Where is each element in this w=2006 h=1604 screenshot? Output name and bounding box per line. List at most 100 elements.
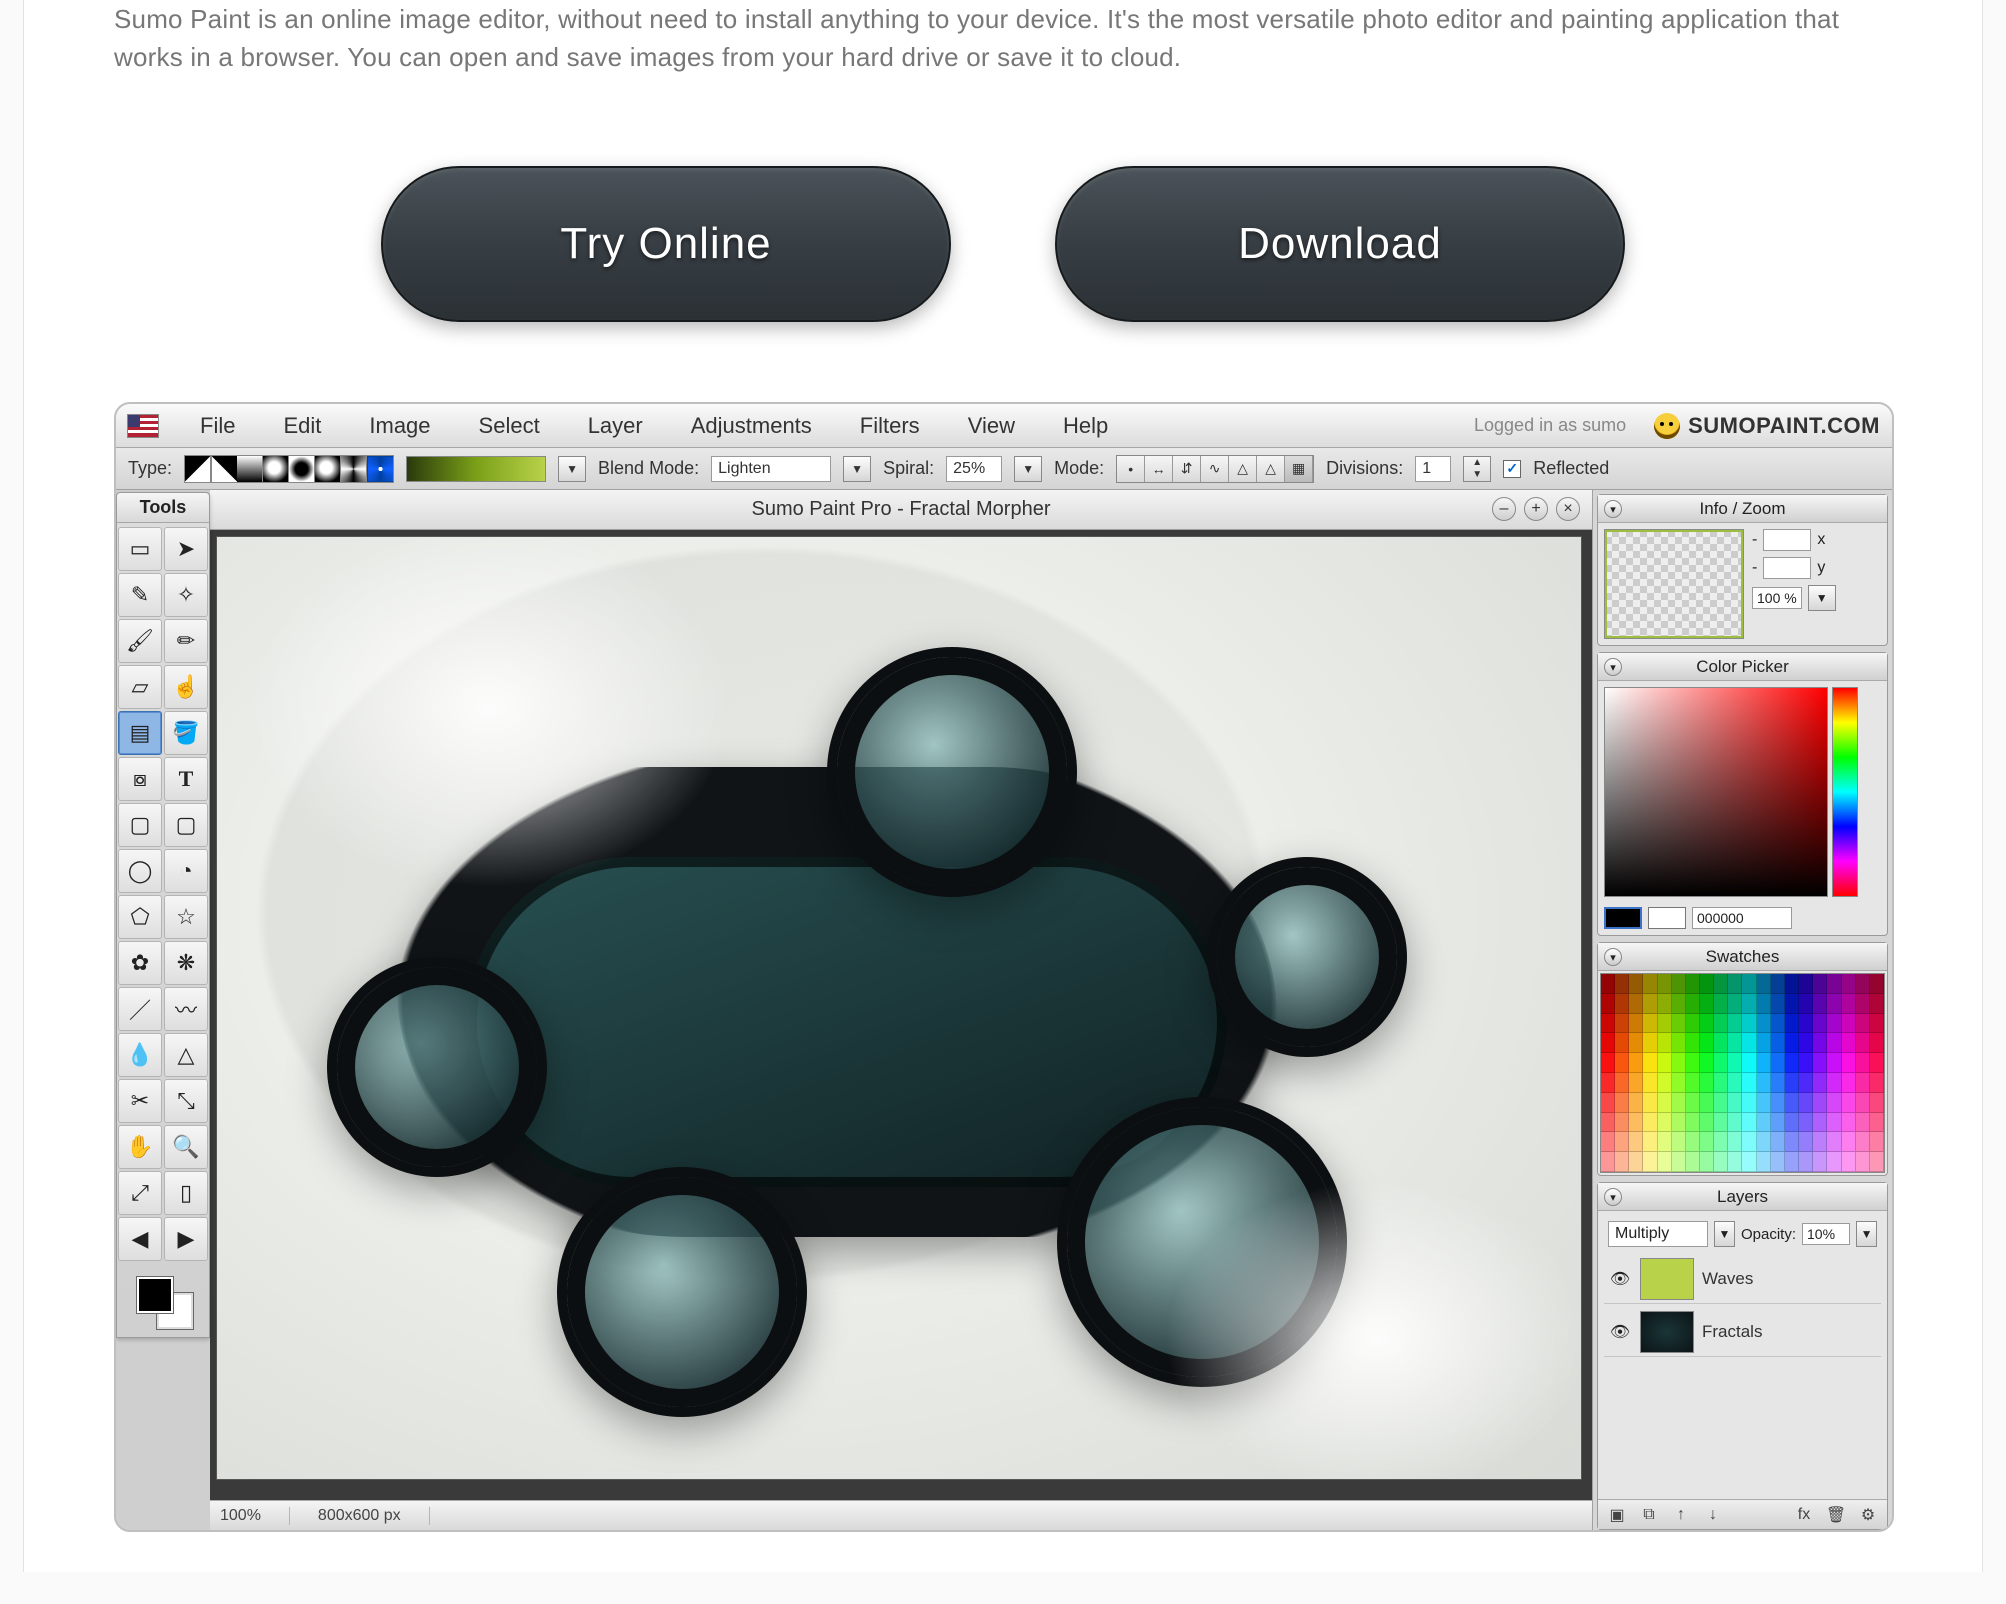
- swatch-cell[interactable]: [1643, 1073, 1657, 1093]
- swatch-cell[interactable]: [1785, 1132, 1799, 1152]
- swatch-cell[interactable]: [1643, 1033, 1657, 1053]
- swatch-cell[interactable]: [1799, 1014, 1813, 1034]
- layer-item[interactable]: 👁 Waves: [1604, 1255, 1881, 1304]
- swatch-cell[interactable]: [1870, 1033, 1884, 1053]
- layer-down-icon[interactable]: ↓: [1702, 1504, 1724, 1526]
- swatch-cell[interactable]: [1870, 1152, 1884, 1172]
- swatch-cell[interactable]: [1700, 1053, 1714, 1073]
- swatch-cell[interactable]: [1658, 1093, 1672, 1113]
- swatch-cell[interactable]: [1771, 1132, 1785, 1152]
- swatch-cell[interactable]: [1856, 1093, 1870, 1113]
- swatch-cell[interactable]: [1601, 1132, 1615, 1152]
- swatch-cell[interactable]: [1771, 994, 1785, 1014]
- swatch-cell[interactable]: [1757, 1152, 1771, 1172]
- swatch-cell[interactable]: [1615, 994, 1629, 1014]
- tool-star[interactable]: ☆: [164, 895, 208, 939]
- swatch-cell[interactable]: [1856, 1073, 1870, 1093]
- swatch-cell[interactable]: [1813, 1132, 1827, 1152]
- tool-polygon[interactable]: ⬠: [118, 895, 162, 939]
- info-y-field[interactable]: [1763, 557, 1811, 579]
- gradient-type-group[interactable]: [184, 455, 394, 483]
- swatch-cell[interactable]: [1856, 1113, 1870, 1133]
- tool-roundrect[interactable]: ▢: [164, 803, 208, 847]
- menu-select[interactable]: Select: [455, 404, 564, 447]
- swatch-cell[interactable]: [1771, 1152, 1785, 1172]
- swatch-cell[interactable]: [1643, 1132, 1657, 1152]
- swatch-cell[interactable]: [1714, 1132, 1728, 1152]
- swatch-cell[interactable]: [1728, 1132, 1742, 1152]
- swatch-cell[interactable]: [1728, 1014, 1742, 1034]
- swatch-cell[interactable]: [1601, 1113, 1615, 1133]
- swatch-cell[interactable]: [1700, 994, 1714, 1014]
- tool-text[interactable]: T: [164, 757, 208, 801]
- swatch-cell[interactable]: [1813, 1152, 1827, 1172]
- layer-item[interactable]: 👁 Fractals: [1604, 1308, 1881, 1357]
- swatch-cell[interactable]: [1799, 1033, 1813, 1053]
- tool-pie[interactable]: ◔: [164, 849, 208, 893]
- swatch-cell[interactable]: [1728, 1093, 1742, 1113]
- swatch-cell[interactable]: [1813, 1014, 1827, 1034]
- swatch-cell[interactable]: [1672, 1132, 1686, 1152]
- spiral-field[interactable]: 25%: [946, 456, 1002, 482]
- swatch-cell[interactable]: [1629, 974, 1643, 994]
- grad-type-reflected-icon[interactable]: [237, 456, 263, 482]
- picker-bg-swatch[interactable]: [1648, 907, 1686, 929]
- swatch-cell[interactable]: [1686, 1132, 1700, 1152]
- layer-blend-dropdown[interactable]: ▼: [1714, 1221, 1735, 1247]
- swatch-cell[interactable]: [1827, 1053, 1841, 1073]
- swatch-cell[interactable]: [1757, 1093, 1771, 1113]
- opacity-dropdown[interactable]: ▼: [1856, 1221, 1877, 1247]
- mode-tri-icon[interactable]: △: [1229, 456, 1257, 482]
- swatch-cell[interactable]: [1827, 1152, 1841, 1172]
- swatch-cell[interactable]: [1672, 1033, 1686, 1053]
- swatch-cell[interactable]: [1714, 1014, 1728, 1034]
- swatch-cell[interactable]: [1714, 974, 1728, 994]
- swatch-cell[interactable]: [1757, 1033, 1771, 1053]
- swatch-cell[interactable]: [1700, 1014, 1714, 1034]
- swatch-cell[interactable]: [1799, 1113, 1813, 1133]
- swatch-cell[interactable]: [1842, 1093, 1856, 1113]
- try-online-button[interactable]: Try Online: [381, 166, 951, 322]
- swatch-cell[interactable]: [1827, 1093, 1841, 1113]
- menu-layer[interactable]: Layer: [564, 404, 667, 447]
- swatch-cell[interactable]: [1827, 1073, 1841, 1093]
- brand-link[interactable]: SUMOPAINT.COM: [1654, 413, 1880, 439]
- swatch-cell[interactable]: [1643, 974, 1657, 994]
- swatch-cell[interactable]: [1842, 1132, 1856, 1152]
- swatch-cell[interactable]: [1856, 1033, 1870, 1053]
- swatch-cell[interactable]: [1813, 1113, 1827, 1133]
- grad-type-linear-icon[interactable]: [185, 456, 211, 482]
- gradient-preview[interactable]: [406, 456, 546, 482]
- grad-type-diamond-icon[interactable]: [289, 456, 315, 482]
- tool-transform[interactable]: ⤡: [164, 1079, 208, 1123]
- swatch-cell[interactable]: [1813, 1093, 1827, 1113]
- swatch-cell[interactable]: [1714, 994, 1728, 1014]
- swatch-cell[interactable]: [1714, 1152, 1728, 1172]
- swatch-cell[interactable]: [1813, 1033, 1827, 1053]
- swatch-cell[interactable]: [1842, 1033, 1856, 1053]
- picker-fg-swatch[interactable]: [1604, 907, 1642, 929]
- tool-zoom[interactable]: 🔍: [164, 1125, 208, 1169]
- swatch-cell[interactable]: [1827, 1033, 1841, 1053]
- layer-up-icon[interactable]: ↑: [1670, 1504, 1692, 1526]
- swatch-cell[interactable]: [1615, 1152, 1629, 1172]
- tool-smudge[interactable]: ☝: [164, 665, 208, 709]
- swatch-cell[interactable]: [1799, 974, 1813, 994]
- swatch-cell[interactable]: [1870, 1014, 1884, 1034]
- swatch-cell[interactable]: [1629, 1073, 1643, 1093]
- swatch-cell[interactable]: [1714, 1093, 1728, 1113]
- mode-horiz-icon[interactable]: ↔: [1145, 456, 1173, 482]
- swatch-cell[interactable]: [1757, 994, 1771, 1014]
- swatch-cell[interactable]: [1714, 1053, 1728, 1073]
- swatch-cell[interactable]: [1686, 1073, 1700, 1093]
- tool-hand[interactable]: ✋: [118, 1125, 162, 1169]
- swatch-cell[interactable]: [1714, 1113, 1728, 1133]
- mode-vert-icon[interactable]: ⇵: [1173, 456, 1201, 482]
- tool-eyedropper[interactable]: ⤢: [118, 1171, 162, 1215]
- tool-next[interactable]: ▶: [164, 1217, 208, 1261]
- swatch-cell[interactable]: [1827, 994, 1841, 1014]
- swatch-cell[interactable]: [1728, 994, 1742, 1014]
- tool-rect[interactable]: ▢: [118, 803, 162, 847]
- swatch-cell[interactable]: [1728, 1152, 1742, 1172]
- tool-ellipse[interactable]: ◯: [118, 849, 162, 893]
